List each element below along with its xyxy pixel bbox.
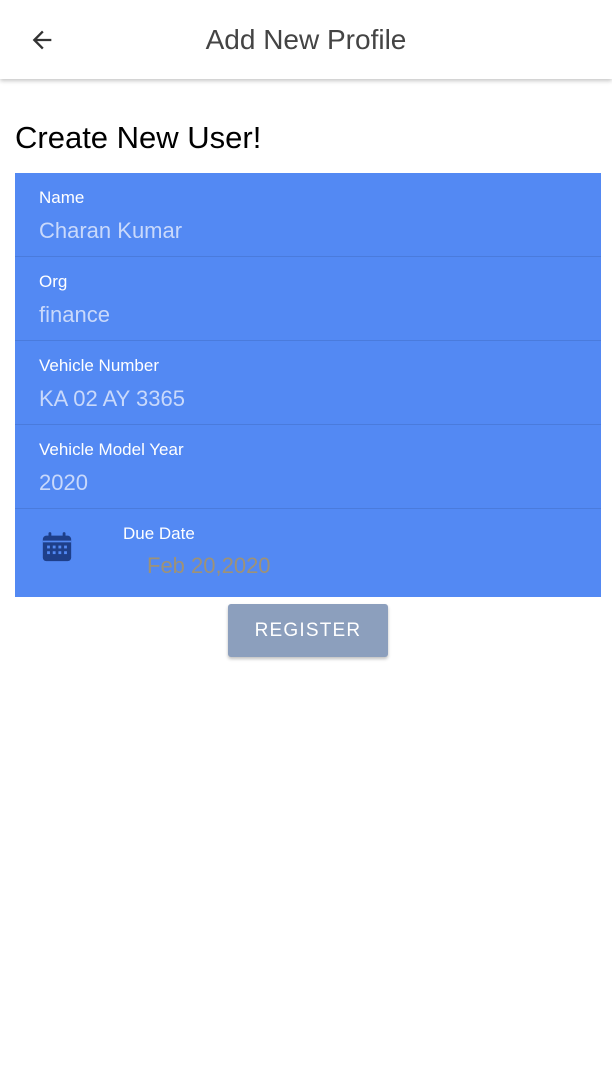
page-heading: Create New User! [15, 120, 262, 155]
create-user-form: Name Org Vehicle Number Vehicle Model Ye… [15, 173, 601, 597]
app-bar: Add New Profile [0, 0, 612, 79]
calendar-icon[interactable] [40, 530, 74, 564]
name-input[interactable] [39, 215, 579, 247]
vehicle-model-year-input[interactable] [39, 467, 579, 499]
register-button[interactable]: REGISTER [228, 604, 388, 657]
vehicle-model-year-field: Vehicle Model Year [15, 425, 601, 509]
vehicle-number-input[interactable] [39, 383, 579, 415]
org-input[interactable] [39, 299, 579, 331]
vehicle-number-label: Vehicle Number [39, 356, 160, 375]
app-bar-title: Add New Profile [205, 24, 407, 55]
due-date-label: Due Date [123, 524, 195, 543]
due-date-value[interactable]: Feb 20,2020 [147, 553, 271, 579]
org-label: Org [39, 272, 68, 291]
vehicle-model-year-label: Vehicle Model Year [39, 440, 184, 459]
name-label: Name [39, 188, 85, 207]
due-date-field: Due Date Feb 20,2020 [15, 509, 601, 597]
vehicle-number-field: Vehicle Number [15, 341, 601, 425]
name-field: Name [15, 173, 601, 257]
back-button[interactable] [22, 20, 62, 60]
org-field: Org [15, 257, 601, 341]
arrow-left-icon[interactable] [28, 26, 56, 54]
